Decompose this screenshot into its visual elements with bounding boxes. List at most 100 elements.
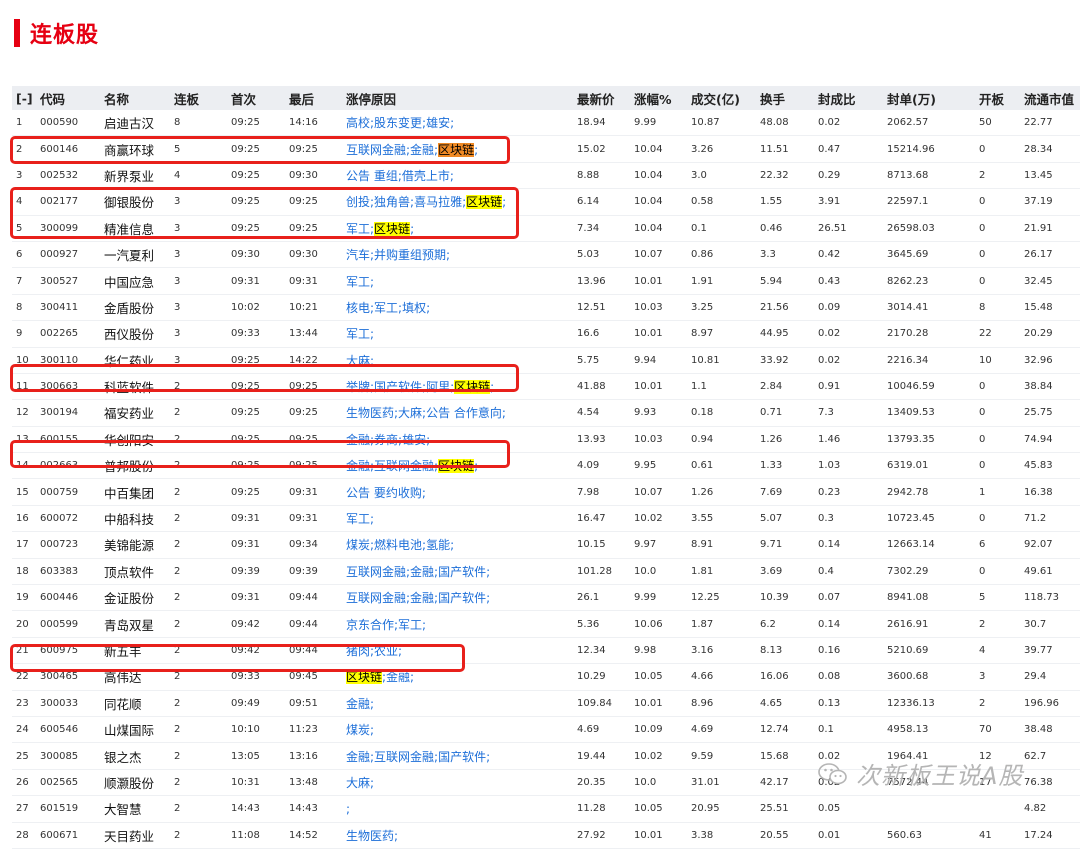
table-row[interactable]: 17 000723 美锦能源 2 09:31 09:34 煤炭;燃料电池;氢能; 10.15 9… (12, 531, 1080, 559)
table-row[interactable]: 1 000590 启迪古汉 8 09:25 14:16 高校;股东变更;雄安; 18.94 9.… (12, 110, 1080, 137)
table-row[interactable]: 14 002663 普邦股份 2 09:25 09:25 金融;互联网金融;区块链; 4.09… (12, 452, 1080, 480)
reason-text[interactable]: 核电;军工;填权; (346, 301, 430, 315)
reason-cell[interactable]: ; (342, 795, 573, 823)
blockchain-tag[interactable]: 区块链 (374, 221, 411, 236)
column-header[interactable]: 首次 (227, 86, 285, 110)
table-row[interactable]: 21 600975 新五丰 2 09:42 09:44 猪肉;农业; 12.34 9.98 3.1… (12, 637, 1080, 665)
reason-text[interactable]: ; (502, 195, 506, 209)
reason-text[interactable]: 煤炭;燃料电池;氢能; (346, 538, 454, 552)
reason-text[interactable]: ; (346, 802, 350, 816)
reason-cell[interactable]: 煤炭;燃料电池;氢能; (342, 531, 573, 559)
column-header[interactable]: [-] (12, 86, 36, 110)
reason-text[interactable]: ;金融; (382, 670, 414, 684)
column-header[interactable]: 换手 (756, 86, 814, 110)
reason-cell[interactable]: 创投;独角兽;喜马拉雅;区块链; (342, 188, 573, 216)
reason-text[interactable]: 互联网金融;金融;国产软件; (346, 591, 490, 605)
reason-text[interactable]: 公告 重组;借壳上市; (346, 169, 454, 183)
reason-cell[interactable]: 大麻; (342, 769, 573, 797)
column-header[interactable]: 最后 (285, 86, 342, 110)
reason-text[interactable]: 举牌;国产软件;阿里; (346, 380, 454, 394)
reason-cell[interactable]: 猪肉;农业; (342, 637, 573, 665)
reason-cell[interactable]: 京东合作;军工; (342, 610, 573, 638)
column-header[interactable]: 封单(万) (883, 86, 975, 110)
reason-cell[interactable]: 核电;军工;填权; (342, 294, 573, 322)
reason-cell[interactable]: 互联网金融;金融;区块链; (342, 135, 573, 163)
reason-cell[interactable]: 军工; (342, 267, 573, 295)
table-row[interactable]: 16 600072 中船科技 2 09:31 09:31 军工; 16.47 10.02 3.55… (12, 505, 1080, 533)
table-row[interactable]: 11 300663 科蓝软件 2 09:25 09:25 举牌;国产软件;阿里;区块链; 41… (12, 373, 1080, 401)
reason-text[interactable]: 生物医药; (346, 829, 398, 843)
reason-text[interactable]: ; (410, 222, 414, 236)
reason-cell[interactable]: 金融;互联网金融;区块链; (342, 452, 573, 480)
column-header[interactable]: 流通市值 (1020, 86, 1080, 110)
reason-cell[interactable]: 公告 重组;借壳上市; (342, 162, 573, 190)
reason-cell[interactable]: 公告 要约收购; (342, 478, 573, 506)
reason-cell[interactable]: 互联网金融;金融;国产软件; (342, 558, 573, 586)
table-row[interactable]: 13 600155 华创阳安 2 09:25 09:25 金融;券商;雄安; 13.93 10.… (12, 426, 1080, 454)
reason-cell[interactable]: 煤炭; (342, 716, 573, 744)
reason-text[interactable]: 金融; (346, 697, 374, 711)
reason-text[interactable]: 京东合作;军工; (346, 618, 426, 632)
reason-text[interactable]: 创投;独角兽;喜马拉雅; (346, 195, 466, 209)
blockchain-tag[interactable]: 区块链 (466, 195, 503, 210)
reason-cell[interactable]: 生物医药; (342, 822, 573, 849)
column-header[interactable]: 代码 (36, 86, 100, 110)
reason-text[interactable]: 汽车;并购重组预期; (346, 248, 450, 262)
reason-cell[interactable]: 军工; (342, 320, 573, 348)
column-header[interactable]: 连板 (170, 86, 227, 110)
reason-text[interactable]: 大麻; (346, 354, 374, 368)
table-row[interactable]: 5 300099 精准信息 3 09:25 09:25 军工;区块链; 7.34 10.04 0.… (12, 215, 1080, 242)
blockchain-tag[interactable]: 区块链 (438, 459, 475, 474)
column-header[interactable]: 封成比 (814, 86, 883, 110)
reason-cell[interactable]: 高校;股东变更;雄安; (342, 110, 573, 137)
reason-text[interactable]: 猪肉;农业; (346, 644, 402, 658)
table-row[interactable]: 19 600446 金证股份 2 09:31 09:44 互联网金融;金融;国产软件; 26.… (12, 584, 1080, 612)
reason-text[interactable]: 煤炭; (346, 723, 374, 737)
table-row[interactable]: 23 300033 同花顺 2 09:49 09:51 金融; 109.84 10.01 8.96… (12, 690, 1080, 717)
table-row[interactable]: 15 000759 中百集团 2 09:25 09:31 公告 要约收购; 7.98 10.07… (12, 478, 1080, 506)
column-header[interactable]: 最新价 (573, 86, 630, 110)
reason-text[interactable]: 大麻; (346, 776, 374, 790)
table-row[interactable]: 27 601519 大智慧 2 14:43 14:43; 11.28 10.05 20.95 25… (12, 795, 1080, 823)
reason-text[interactable]: ; (474, 459, 478, 473)
reason-cell[interactable]: 举牌;国产软件;阿里;区块链; (342, 373, 573, 401)
reason-cell[interactable]: 金融;券商;雄安; (342, 426, 573, 454)
reason-cell[interactable]: 军工;区块链; (342, 215, 573, 242)
reason-cell[interactable]: 军工; (342, 505, 573, 533)
reason-text[interactable]: 高校;股东变更;雄安; (346, 116, 454, 130)
table-row[interactable]: 3 002532 新界泵业 4 09:25 09:30 公告 重组;借壳上市; 8.88 10.… (12, 162, 1080, 190)
table-row[interactable]: 18 603383 顶点软件 2 09:39 09:39 互联网金融;金融;国产软件; 101… (12, 558, 1080, 586)
reason-cell[interactable]: 汽车;并购重组预期; (342, 241, 573, 269)
table-row[interactable]: 6 000927 一汽夏利 3 09:30 09:30 汽车;并购重组预期; 5.03 10.0… (12, 241, 1080, 269)
column-header[interactable]: 涨幅% (630, 86, 687, 110)
reason-text[interactable]: 军工; (346, 512, 374, 526)
table-row[interactable]: 9 002265 西仪股份 3 09:33 13:44 军工; 16.6 10.01 8.97 44… (12, 320, 1080, 348)
table-row[interactable]: 10 300110 华仁药业 3 09:25 14:22 大麻; 5.75 9.94 10.81 3… (12, 347, 1080, 374)
reason-text[interactable]: 公告 要约收购; (346, 486, 426, 500)
reason-text[interactable]: 互联网金融;金融;国产软件; (346, 565, 490, 579)
reason-text[interactable]: 生物医药;大麻;公告 合作意向; (346, 406, 506, 420)
reason-cell[interactable]: 生物医药;大麻;公告 合作意向; (342, 399, 573, 427)
reason-cell[interactable]: 金融;互联网金融;国产软件; (342, 742, 573, 770)
reason-text[interactable]: ; (474, 143, 478, 157)
reason-text[interactable]: 金融;互联网金融;国产软件; (346, 750, 490, 764)
table-row[interactable]: 24 600546 山煤国际 2 10:10 11:23 煤炭; 4.69 10.09 4.69 1… (12, 716, 1080, 744)
table-row[interactable]: 22 300465 高伟达 2 09:33 09:45 区块链;金融; 10.29 10.05 4… (12, 663, 1080, 691)
blockchain-tag[interactable]: 区块链 (454, 380, 491, 395)
reason-cell[interactable]: 金融; (342, 690, 573, 717)
table-row[interactable]: 4 002177 御银股份 3 09:25 09:25 创投;独角兽;喜马拉雅;区块链; 6.… (12, 188, 1080, 216)
column-header[interactable]: 成交(亿) (687, 86, 756, 110)
table-row[interactable]: 7 300527 中国应急 3 09:31 09:31 军工; 13.96 10.01 1.91 5… (12, 267, 1080, 295)
reason-text[interactable]: 金融;券商;雄安; (346, 433, 430, 447)
reason-text[interactable]: ; (490, 380, 494, 394)
column-header[interactable]: 涨停原因 (342, 86, 573, 110)
blockchain-tag[interactable]: 区块链 (438, 142, 475, 157)
table-row[interactable]: 20 000599 青岛双星 2 09:42 09:44 京东合作;军工; 5.36 10.06… (12, 610, 1080, 638)
blockchain-tag[interactable]: 区块链 (346, 670, 383, 685)
reason-cell[interactable]: 区块链;金融; (342, 663, 573, 691)
table-row[interactable]: 8 300411 金盾股份 3 10:02 10:21 核电;军工;填权; 12.51 10.0… (12, 294, 1080, 322)
reason-text[interactable]: 军工; (346, 327, 374, 341)
reason-cell[interactable]: 大麻; (342, 347, 573, 374)
column-header[interactable]: 名称 (100, 86, 170, 110)
column-header[interactable]: 开板 (975, 86, 1020, 110)
